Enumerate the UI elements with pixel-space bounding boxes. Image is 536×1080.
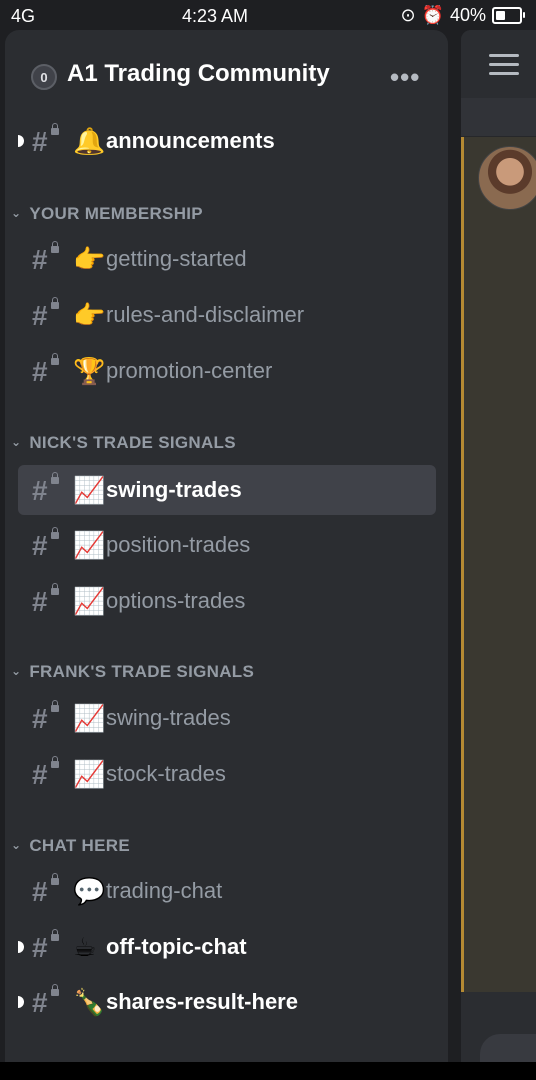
clock: 4:23 AM: [181, 6, 249, 26]
unread-indicator: [18, 941, 24, 953]
locked-hash-icon: #: [32, 700, 62, 734]
channel-emoji: 📈: [73, 586, 106, 616]
channel-emoji: ☕: [73, 932, 97, 962]
channel-name: position-trades: [106, 532, 251, 557]
locked-hash-icon: #: [32, 123, 62, 157]
locked-hash-icon: #: [32, 353, 62, 387]
channel-emoji: 💬: [73, 876, 106, 906]
channel-nick-swing-trades[interactable]: # 📈 swing-trades: [18, 465, 436, 515]
channel-emoji: 📈: [73, 475, 106, 505]
channel-off-topic-chat[interactable]: # ☕ off-topic-chat: [18, 922, 436, 972]
channel-options-trades[interactable]: # 📈 options-trades: [18, 576, 436, 626]
locked-hash-icon: #: [32, 984, 62, 1018]
channel-announcements[interactable]: # 🔔 announcements: [18, 116, 436, 166]
channel-emoji: 👉: [73, 300, 106, 330]
chat-header: [461, 30, 536, 98]
channel-rules-and-disclaimer[interactable]: # 👉 rules-and-disclaimer: [18, 290, 436, 340]
channel-name: announcements: [106, 128, 275, 153]
channel-emoji: 📈: [73, 759, 106, 789]
unread-indicator: [18, 996, 24, 1008]
highlighted-message: [464, 137, 536, 992]
chevron-down-icon: ⌄: [11, 435, 22, 449]
locked-hash-icon: #: [32, 527, 62, 561]
category-title: FRANK'S TRADE SIGNALS: [29, 662, 255, 681]
locked-hash-icon: #: [32, 873, 62, 907]
channel-trading-chat[interactable]: # 💬 trading-chat: [18, 866, 436, 916]
orientation-lock-icon: ⊙: [400, 5, 416, 25]
channel-stock-trades[interactable]: # 📈 stock-trades: [18, 749, 436, 799]
locked-hash-icon: #: [32, 756, 62, 790]
channel-name: stock-trades: [106, 761, 226, 786]
channel-name: rules-and-disclaimer: [106, 302, 305, 327]
alarm-icon: ⏰: [421, 5, 444, 25]
server-name[interactable]: A1 Trading Community: [67, 60, 330, 88]
channel-emoji: 🔔: [73, 126, 106, 156]
channel-emoji: 🏆: [73, 356, 106, 386]
channel-sidebar: 0 A1 Trading Community ••• # 🔔 announcem…: [5, 30, 448, 1064]
channel-getting-started[interactable]: # 👉 getting-started: [18, 234, 436, 284]
category-title: NICK'S TRADE SIGNALS: [29, 433, 236, 452]
message-highlight-bar: [461, 137, 464, 992]
user-avatar[interactable]: [478, 146, 536, 210]
more-options-icon[interactable]: •••: [390, 62, 420, 93]
channel-name: swing-trades: [106, 477, 242, 502]
battery-icon: [492, 7, 525, 24]
status-icons: ⊙ ⏰ 40%: [400, 5, 525, 26]
unread-indicator: [18, 135, 24, 147]
locked-hash-icon: #: [32, 297, 62, 331]
hamburger-menu-icon[interactable]: [489, 54, 519, 81]
channel-name: shares-result-here: [106, 989, 298, 1014]
home-indicator-bar: [0, 1062, 536, 1080]
locked-hash-icon: #: [32, 241, 62, 275]
channel-shares-result-here[interactable]: # 🍾 shares-result-here: [18, 977, 436, 1027]
category-title: CHAT HERE: [29, 836, 130, 855]
locked-hash-icon: #: [32, 583, 62, 617]
chevron-down-icon: ⌄: [11, 664, 22, 678]
category-your-membership[interactable]: ⌄ YOUR MEMBERSHIP: [11, 204, 203, 224]
status-bar: 4G 4:23 AM ⊙ ⏰ 40%: [0, 0, 536, 32]
category-chat-here[interactable]: ⌄ CHAT HERE: [11, 836, 130, 856]
channel-frank-swing-trades[interactable]: # 📈 swing-trades: [18, 693, 436, 743]
channel-promotion-center[interactable]: # 🏆 promotion-center: [18, 346, 436, 396]
channel-name: options-trades: [106, 588, 246, 613]
channel-name: trading-chat: [106, 878, 223, 903]
locked-hash-icon: #: [32, 472, 62, 506]
battery-percent: 40%: [449, 5, 486, 25]
channel-name: swing-trades: [106, 705, 231, 730]
server-boost-icon: 0: [31, 64, 57, 90]
channel-emoji: 🍾: [73, 987, 106, 1017]
chat-subheader: [461, 98, 536, 137]
channel-emoji: 👉: [73, 244, 106, 274]
locked-hash-icon: #: [32, 929, 62, 963]
chevron-down-icon: ⌄: [11, 838, 22, 852]
channel-name: off-topic-chat: [106, 934, 247, 959]
server-header[interactable]: 0 A1 Trading Community •••: [5, 30, 448, 120]
category-nicks-trade-signals[interactable]: ⌄ NICK'S TRADE SIGNALS: [11, 433, 236, 453]
channel-name: getting-started: [106, 246, 247, 271]
chevron-down-icon: ⌄: [11, 206, 22, 220]
channel-position-trades[interactable]: # 📈 position-trades: [18, 520, 436, 570]
channel-name: promotion-center: [106, 358, 273, 383]
channel-emoji: 📈: [73, 703, 106, 733]
category-franks-trade-signals[interactable]: ⌄ FRANK'S TRADE SIGNALS: [11, 662, 254, 682]
channel-emoji: 📈: [73, 530, 106, 560]
category-title: YOUR MEMBERSHIP: [29, 204, 203, 223]
